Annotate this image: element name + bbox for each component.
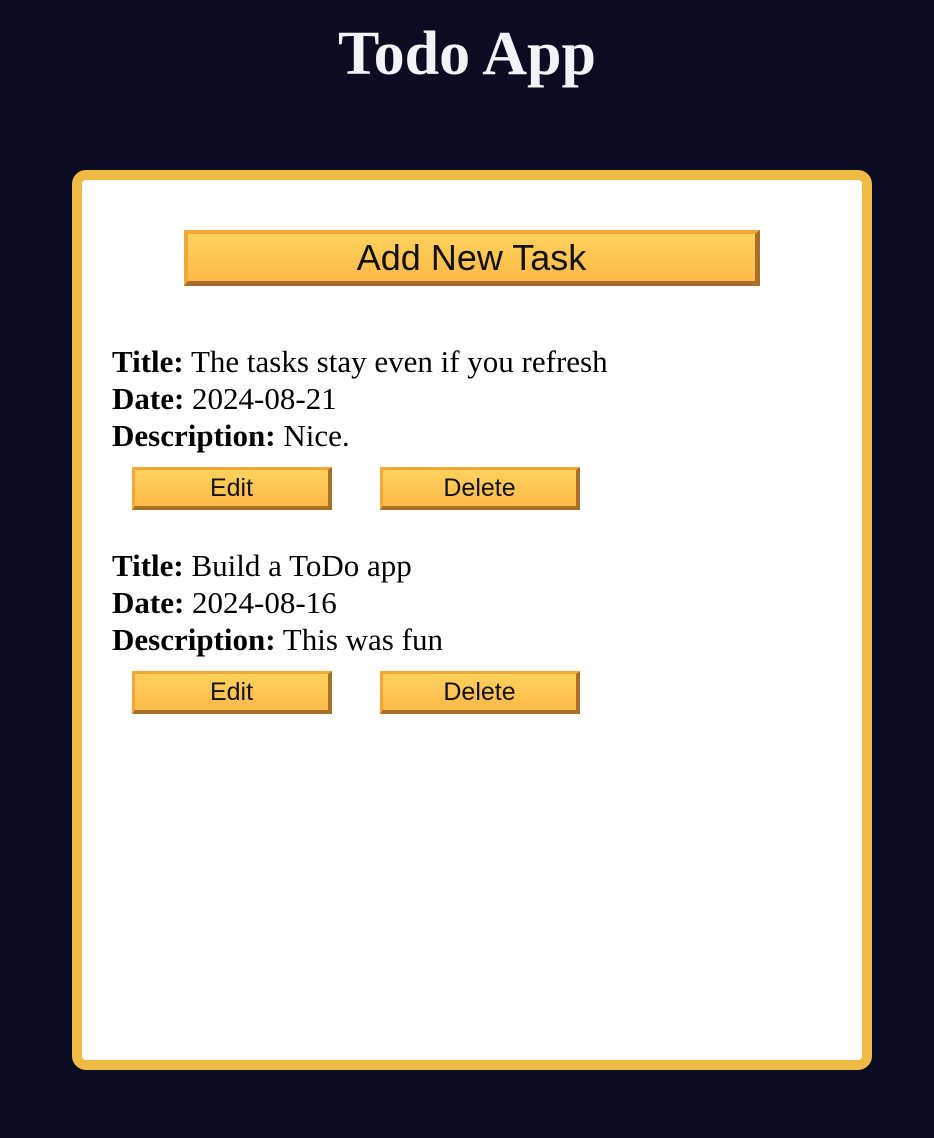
date-label: Date:	[112, 381, 185, 416]
task-date-row: Date: 2024-08-16	[112, 584, 832, 621]
task-title-row: Title: The tasks stay even if you refres…	[112, 343, 832, 380]
delete-button[interactable]: Delete	[380, 671, 580, 714]
task-title: Build a ToDo app	[191, 548, 412, 583]
task-date-row: Date: 2024-08-21	[112, 380, 832, 417]
description-label: Description:	[112, 622, 276, 657]
task-date: 2024-08-21	[192, 381, 337, 416]
todo-panel: Add New Task Title: The tasks stay even …	[72, 170, 872, 1070]
title-label: Title:	[112, 344, 184, 379]
task-description: Nice.	[283, 418, 350, 453]
add-task-button[interactable]: Add New Task	[184, 230, 760, 286]
task-description-row: Description: Nice.	[112, 417, 832, 454]
task-title-row: Title: Build a ToDo app	[112, 547, 832, 584]
description-label: Description:	[112, 418, 276, 453]
title-label: Title:	[112, 548, 184, 583]
task-title: The tasks stay even if you refresh	[190, 344, 608, 379]
date-label: Date:	[112, 585, 185, 620]
page-title: Todo App	[338, 20, 596, 88]
task-item: Title: Build a ToDo app Date: 2024-08-16…	[112, 547, 832, 658]
task-description-row: Description: This was fun	[112, 621, 832, 658]
edit-button[interactable]: Edit	[132, 671, 332, 714]
task-description: This was fun	[282, 622, 443, 657]
edit-button[interactable]: Edit	[132, 467, 332, 510]
delete-button[interactable]: Delete	[380, 467, 580, 510]
task-date: 2024-08-16	[192, 585, 337, 620]
task-item: Title: The tasks stay even if you refres…	[112, 343, 832, 454]
